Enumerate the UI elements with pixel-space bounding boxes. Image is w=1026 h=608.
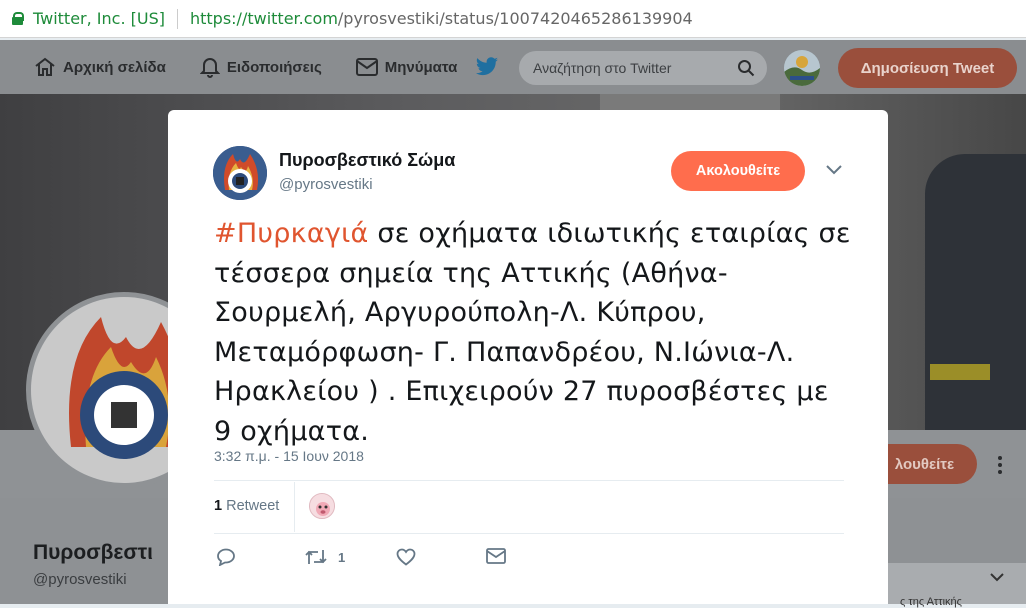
compose-tweet-button[interactable]: Δημοσίευση Tweet	[838, 48, 1017, 88]
retweet-button[interactable]: 1	[304, 548, 345, 566]
bell-icon	[199, 58, 220, 78]
url-host: https://twitter.com	[189, 9, 338, 28]
author-avatar[interactable]	[213, 146, 267, 200]
banner-reflective-stripe	[930, 364, 990, 380]
tweet-actions: 1	[214, 548, 614, 572]
search-icon[interactable]	[737, 59, 755, 77]
nav-notifications-label: Ειδοποιήσεις	[226, 58, 322, 76]
chevron-down-icon[interactable]	[990, 573, 1004, 582]
sidebar-card-text: ς της Αττικής	[900, 596, 962, 608]
search-input[interactable]: Αναζήτηση στο Twitter	[519, 51, 767, 85]
top-navigation: Αρχική σελίδα Ειδοποιήσεις Μηνύματα Αναζ…	[0, 40, 1026, 94]
tweet-text: #Πυρκαγιά σε οχήματα ιδιωτικής εταιρίας …	[214, 214, 854, 451]
nav-home[interactable]: Αρχική σελίδα	[34, 57, 166, 77]
retweeter-avatar[interactable]	[309, 493, 335, 519]
like-button[interactable]	[396, 548, 416, 566]
envelope-icon	[486, 548, 506, 564]
reply-button[interactable]	[216, 548, 236, 566]
nav-home-label: Αρχική σελίδα	[63, 58, 166, 76]
following-button[interactable]: Ακολουθείτε	[671, 151, 805, 191]
tweet-modal: Πυροσβεστικό Σώμα @pyrosvestiki Ακολουθε…	[168, 110, 888, 604]
twitter-bird-icon[interactable]	[475, 57, 499, 77]
direct-message-button[interactable]	[486, 548, 506, 564]
sidebar-card: ς της Αττικής	[888, 563, 1026, 608]
envelope-icon	[355, 58, 378, 76]
home-icon	[35, 57, 55, 76]
chevron-down-icon[interactable]	[826, 165, 842, 175]
account-avatar[interactable]	[784, 50, 820, 86]
profile-name: Πυροσβεστι	[33, 541, 153, 564]
author-handle[interactable]: @pyrosvestiki	[279, 176, 373, 193]
profile-handle: @pyrosvestiki	[33, 571, 127, 588]
nav-messages-label: Μηνύματα	[384, 58, 458, 76]
url-path: /pyrosvestiki/status/1007420465286139904	[337, 9, 693, 28]
tweet-body: σε οχήματα ιδιωτικής εταιρίας σε τέσσερα…	[214, 218, 851, 447]
retweet-stat-label: Retweet	[226, 498, 280, 514]
reply-icon	[217, 548, 235, 566]
retweet-count: 1	[338, 549, 346, 565]
nav-notifications[interactable]: Ειδοποιήσεις	[199, 56, 322, 78]
retweet-stat-count: 1	[214, 498, 223, 514]
tweet-timestamp[interactable]: 3:32 π.μ. - 15 Ιουν 2018	[214, 448, 364, 464]
hashtag-link[interactable]: #Πυρκαγιά	[214, 218, 369, 249]
divider	[214, 480, 844, 481]
site-identity[interactable]: Twitter, Inc. [US]	[33, 9, 165, 28]
more-options-icon[interactable]	[998, 456, 1004, 474]
heart-icon	[396, 548, 416, 566]
url-text[interactable]: https://twitter.com/pyrosvestiki/status/…	[190, 9, 693, 28]
nav-messages[interactable]: Μηνύματα	[355, 58, 458, 76]
stats-separator	[294, 482, 295, 532]
lock-icon	[12, 12, 24, 25]
author-name[interactable]: Πυροσβεστικό Σώμα	[279, 150, 455, 171]
address-separator	[176, 8, 178, 29]
divider	[214, 533, 844, 534]
browser-address-bar[interactable]: Twitter, Inc. [US] https://twitter.com/p…	[0, 0, 1026, 38]
retweet-stat[interactable]: 1 Retweet	[214, 498, 279, 514]
retweet-icon	[305, 550, 327, 564]
banner-firefighter	[925, 154, 1026, 430]
search-placeholder: Αναζήτηση στο Twitter	[533, 60, 672, 76]
